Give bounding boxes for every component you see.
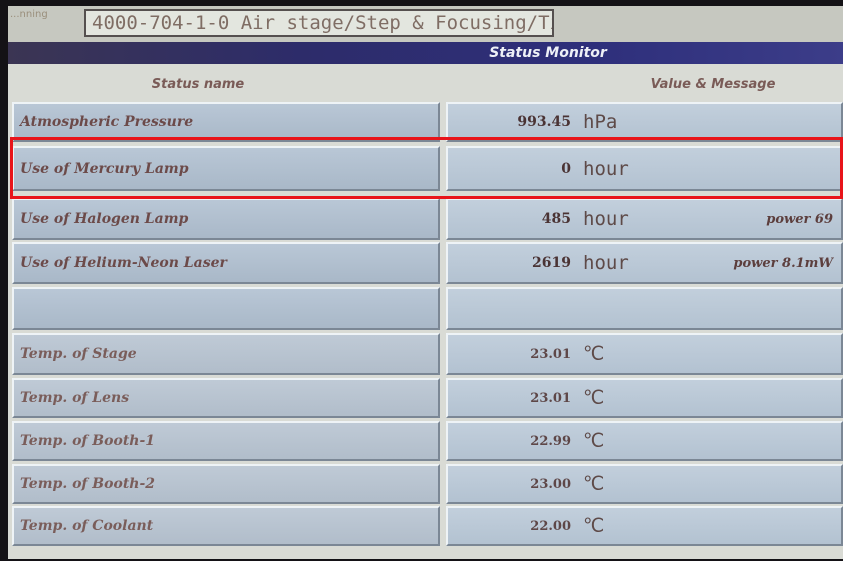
value-cell: 485 hour power 69 bbox=[446, 198, 843, 240]
status-row-halogen-lamp: Use of Halogen Lamp 485 hour power 69 bbox=[8, 198, 843, 240]
recipe-title-field[interactable]: 4000-704-1-0 Air stage/Step & Focusing/T… bbox=[84, 9, 554, 37]
status-name: Use of Halogen Lamp bbox=[12, 198, 440, 240]
status-unit: ℃ bbox=[583, 515, 605, 537]
status-message: power 69 bbox=[766, 211, 833, 227]
status-row-temp-booth-2: Temp. of Booth-2 23.00 ℃ bbox=[8, 464, 843, 504]
value-cell: 2619 hour power 8.1mW bbox=[446, 242, 843, 284]
status-unit: ℃ bbox=[583, 387, 605, 409]
value-cell: 23.01 ℃ bbox=[446, 378, 843, 418]
status-name: Temp. of Stage bbox=[12, 333, 440, 375]
page-title: Status Monitor bbox=[489, 45, 607, 61]
status-value: 23.00 bbox=[530, 476, 571, 492]
status-row-helium-neon-laser: Use of Helium-Neon Laser 2619 hour power… bbox=[8, 242, 843, 284]
status-row-temp-lens: Temp. of Lens 23.01 ℃ bbox=[8, 378, 843, 418]
status-value: 0 bbox=[561, 160, 571, 177]
status-unit: ℃ bbox=[583, 430, 605, 452]
status-name: Temp. of Lens bbox=[12, 378, 440, 418]
status-name: Atmospheric Pressure bbox=[12, 102, 440, 142]
status-monitor-header: Status Monitor bbox=[8, 42, 843, 64]
status-name bbox=[12, 287, 440, 330]
status-row-temp-coolant: Temp. of Coolant 22.00 ℃ bbox=[8, 506, 843, 546]
status-unit: ℃ bbox=[583, 473, 605, 495]
status-value: 22.00 bbox=[530, 518, 571, 534]
status-name: Use of Helium-Neon Laser bbox=[12, 242, 440, 284]
value-cell: 23.01 ℃ bbox=[446, 333, 843, 375]
value-cell: 23.00 ℃ bbox=[446, 464, 843, 504]
status-value: 23.01 bbox=[530, 390, 571, 406]
status-message: power 8.1mW bbox=[733, 255, 833, 271]
status-value: 22.99 bbox=[530, 433, 571, 449]
value-cell: 22.00 ℃ bbox=[446, 506, 843, 546]
status-unit: hour bbox=[583, 208, 629, 230]
status-name: Temp. of Booth-2 bbox=[12, 464, 440, 504]
status-row-atmospheric-pressure: Atmospheric Pressure 993.45 hPa bbox=[8, 102, 843, 142]
top-label: ...nning bbox=[10, 9, 48, 20]
status-value: 993.45 bbox=[517, 114, 571, 130]
top-bar: ...nning 4000-704-1-0 Air stage/Step & F… bbox=[8, 6, 843, 42]
status-row-temp-booth-1: Temp. of Booth-1 22.99 ℃ bbox=[8, 421, 843, 461]
column-header-value-message: Value & Message bbox=[650, 77, 776, 92]
status-value: 23.01 bbox=[530, 346, 571, 362]
status-value: 2619 bbox=[532, 255, 571, 271]
status-unit: ℃ bbox=[583, 343, 605, 365]
value-cell bbox=[446, 287, 843, 330]
status-row-empty bbox=[8, 287, 843, 330]
column-header-status-name: Status name bbox=[151, 77, 245, 92]
value-cell: 22.99 ℃ bbox=[446, 421, 843, 461]
status-name: Use of Mercury Lamp bbox=[12, 146, 440, 191]
status-value: 485 bbox=[541, 211, 571, 227]
status-name: Temp. of Coolant bbox=[12, 506, 440, 546]
status-name: Temp. of Booth-1 bbox=[12, 421, 440, 461]
status-unit: hour bbox=[583, 157, 629, 180]
status-unit: hour bbox=[583, 252, 629, 274]
status-monitor-screen: ...nning 4000-704-1-0 Air stage/Step & F… bbox=[8, 6, 843, 559]
value-cell: 993.45 hPa bbox=[446, 102, 843, 142]
status-row-mercury-lamp: Use of Mercury Lamp 0 hour bbox=[8, 146, 843, 191]
status-row-temp-stage: Temp. of Stage 23.01 ℃ bbox=[8, 333, 843, 375]
value-cell: 0 hour bbox=[446, 146, 843, 191]
status-unit: hPa bbox=[583, 111, 618, 133]
